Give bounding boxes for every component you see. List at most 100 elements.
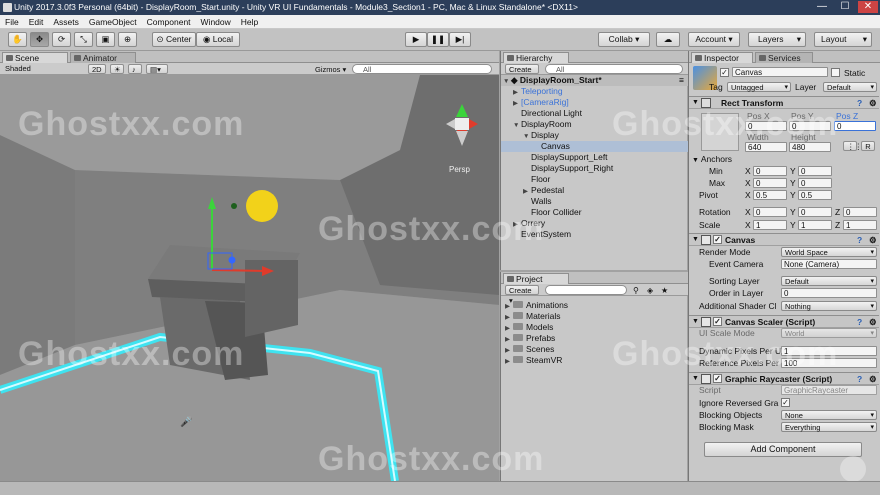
hierarchy-item[interactable]: ▶ Teleporting — [501, 86, 688, 97]
transform-tool-icon[interactable]: ⊕ — [118, 32, 137, 47]
hierarchy-item[interactable]: Directional Light — [501, 108, 688, 119]
rotation-y-field[interactable]: 0 — [798, 207, 832, 217]
collab-dropdown[interactable]: Collab ▾ — [598, 32, 650, 47]
project-folder-item[interactable]: ▶ Models — [501, 322, 688, 333]
anchor-presets-button[interactable] — [701, 113, 739, 151]
anchor-min-y-field[interactable]: 0 — [798, 166, 832, 176]
object-name-field[interactable]: Canvas — [732, 67, 828, 77]
event-camera-field[interactable]: None (Camera) — [781, 259, 877, 269]
hierarchy-item[interactable]: ▼ Display — [501, 130, 688, 141]
canvas-enabled-checkbox[interactable]: ✓ — [713, 235, 722, 244]
layout-dropdown[interactable]: Layout ▾ — [814, 32, 872, 47]
tab-services[interactable]: Services — [755, 52, 813, 63]
menu-file[interactable]: File — [0, 15, 24, 29]
project-create-dropdown[interactable]: Create ▾ — [505, 285, 539, 305]
pos-y-field[interactable]: 0 — [789, 121, 831, 131]
rotation-z-field[interactable]: 0 — [843, 207, 877, 217]
menu-help[interactable]: Help — [236, 15, 263, 29]
menu-window[interactable]: Window — [196, 15, 236, 29]
static-checkbox[interactable] — [831, 68, 840, 77]
additional-shader-dropdown[interactable]: Nothing — [781, 301, 877, 311]
scale-y-field[interactable]: 1 — [798, 220, 832, 230]
hierarchy-item[interactable]: DisplaySupport_Left — [501, 152, 688, 163]
menu-assets[interactable]: Assets — [48, 15, 84, 29]
height-field[interactable]: 480 — [789, 142, 831, 152]
menu-component[interactable]: Component — [142, 15, 196, 29]
options-icon[interactable]: ≡ — [679, 75, 684, 86]
scale-x-field[interactable]: 1 — [753, 220, 787, 230]
dynamic-pixels-field[interactable]: 1 — [781, 346, 877, 356]
hierarchy-item[interactable]: Floor — [501, 174, 688, 185]
pivot-y-field[interactable]: 0.5 — [798, 190, 832, 200]
menu-edit[interactable]: Edit — [24, 15, 49, 29]
hierarchy-item[interactable]: DisplaySupport_Right — [501, 163, 688, 174]
project-folder-item[interactable]: ▶ Scenes — [501, 344, 688, 355]
shading-mode-dropdown[interactable]: Shaded — [2, 64, 72, 74]
layer-dropdown[interactable]: Default — [823, 82, 877, 92]
canvas-component-header[interactable]: ▼ ✓ Canvas ? ⚙ — [689, 233, 879, 246]
raycaster-enabled-checkbox[interactable]: ✓ — [713, 374, 722, 383]
cloud-button[interactable]: ☁ — [656, 32, 680, 47]
hierarchy-item[interactable]: Walls — [501, 196, 688, 207]
maximize-button[interactable]: ☐ — [835, 1, 855, 13]
tag-dropdown[interactable]: Untagged — [727, 82, 791, 92]
help-icon[interactable]: ? — [857, 373, 862, 385]
add-component-button[interactable]: Add Component — [704, 442, 862, 457]
help-icon[interactable]: ? — [857, 234, 862, 246]
play-button[interactable]: ▶ — [405, 32, 427, 47]
project-folder-item[interactable]: ▶ SteamVR — [501, 355, 688, 366]
favorites-icon[interactable]: ★ — [661, 285, 668, 297]
scene-search-input[interactable]: All — [352, 64, 492, 74]
project-folder-item[interactable]: ▶ Animations — [501, 300, 688, 311]
scene-root-item[interactable]: ▼ ◆ DisplayRoom_Start* ≡ — [501, 75, 688, 86]
canvas-scaler-enabled-checkbox[interactable]: ✓ — [713, 317, 722, 326]
render-mode-dropdown[interactable]: World Space — [781, 247, 877, 257]
step-button[interactable]: ▶| — [449, 32, 471, 47]
pos-z-field[interactable]: 0 — [834, 121, 876, 131]
raw-edit-button[interactable]: R — [861, 141, 875, 151]
active-checkbox[interactable]: ✓ — [720, 68, 729, 77]
component-gear-icon[interactable]: ⚙ — [869, 97, 877, 109]
tab-hierarchy[interactable]: Hierarchy — [503, 52, 569, 63]
layers-dropdown[interactable]: Layers ▾ — [748, 32, 806, 47]
hierarchy-create-dropdown[interactable]: Create ▾ — [505, 64, 539, 84]
hand-tool-icon[interactable]: ✋ — [8, 32, 27, 47]
move-tool-icon[interactable]: ✥ — [30, 32, 49, 47]
rect-tool-icon[interactable]: ▣ — [96, 32, 115, 47]
component-gear-icon[interactable]: ⚙ — [869, 373, 877, 385]
project-folder-item[interactable]: ▶ Prefabs — [501, 333, 688, 344]
hierarchy-item[interactable]: ▶ [CameraRig] — [501, 97, 688, 108]
hierarchy-item[interactable]: EventSystem — [501, 229, 688, 240]
pause-button[interactable]: ❚❚ — [427, 32, 449, 47]
hierarchy-item[interactable]: Floor Collider — [501, 207, 688, 218]
help-icon[interactable]: ? — [857, 97, 862, 109]
filter-by-label-icon[interactable]: ◈ — [647, 285, 653, 297]
sorting-layer-dropdown[interactable]: Default — [781, 276, 877, 286]
rect-transform-header[interactable]: ▼ Rect Transform ? ⚙ — [689, 96, 879, 109]
project-folder-item[interactable]: ▶ Materials — [501, 311, 688, 322]
pivot-toggle-button[interactable]: ⊙ Center — [152, 32, 196, 47]
project-search-input[interactable] — [545, 285, 627, 295]
pivot-x-field[interactable]: 0.5 — [753, 190, 787, 200]
2d-toggle[interactable]: 2D — [88, 64, 106, 74]
tab-inspector[interactable]: Inspector — [691, 52, 753, 63]
component-gear-icon[interactable]: ⚙ — [869, 234, 877, 246]
account-dropdown[interactable]: Account ▾ — [688, 32, 740, 47]
tab-animator[interactable]: Animator — [70, 52, 136, 63]
anchor-max-x-field[interactable]: 0 — [753, 178, 787, 188]
help-icon[interactable]: ? — [857, 316, 862, 328]
order-in-layer-field[interactable]: 0 — [781, 288, 877, 298]
blocking-objects-dropdown[interactable]: None — [781, 410, 877, 420]
hierarchy-search-input[interactable]: All — [545, 64, 683, 74]
canvas-scaler-header[interactable]: ▼ ✓ Canvas Scaler (Script) ? ⚙ — [689, 315, 879, 328]
hierarchy-item[interactable]: Canvas — [501, 141, 688, 152]
scale-tool-icon[interactable]: ⤡ — [74, 32, 93, 47]
tab-project[interactable]: Project — [503, 273, 569, 284]
rotation-x-field[interactable]: 0 — [753, 207, 787, 217]
audio-toggle-icon[interactable]: ♪ — [128, 64, 142, 74]
blocking-mask-dropdown[interactable]: Everything — [781, 422, 877, 432]
anchor-max-y-field[interactable]: 0 — [798, 178, 832, 188]
scene-viewport[interactable]: 🎤 Persp — [0, 75, 499, 481]
menu-gameobject[interactable]: GameObject — [84, 15, 142, 29]
minimize-button[interactable]: — — [812, 1, 832, 13]
